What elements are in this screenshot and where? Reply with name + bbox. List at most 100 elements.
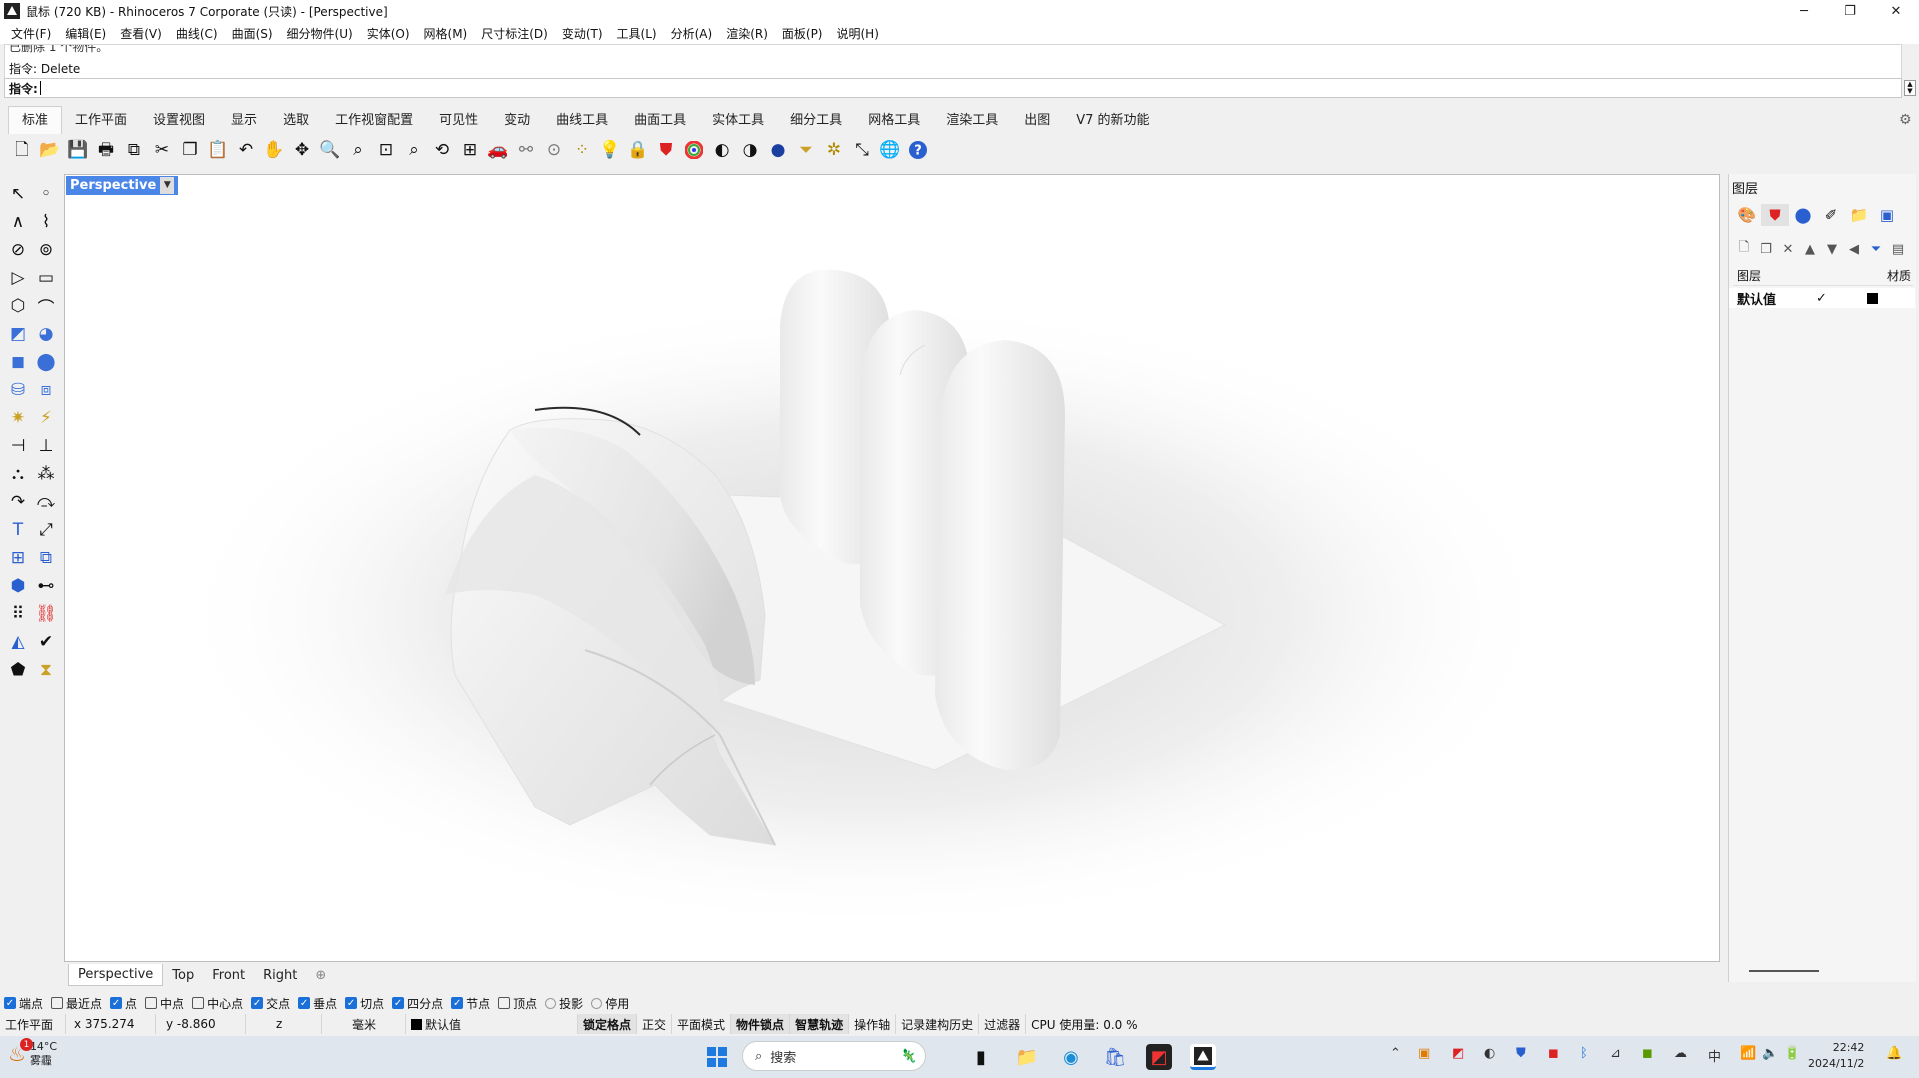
polygon-icon[interactable]: ▷ — [4, 265, 32, 291]
add-viewport-icon[interactable]: ⊕ — [306, 965, 335, 986]
group-icon[interactable]: ⛬ — [4, 461, 32, 487]
ungroup-icon[interactable]: ⁂ — [32, 461, 60, 487]
menu-view[interactable]: 查看(V) — [113, 25, 169, 42]
tray-app-icon[interactable]: ◩ — [1452, 1046, 1464, 1061]
fillet-curve-icon[interactable]: ⌒ — [32, 293, 60, 319]
layer-options-icon[interactable]: ▤ — [1887, 238, 1909, 260]
tray-app-icon[interactable]: ▣ — [1418, 1046, 1430, 1061]
tab-transform[interactable]: 变动 — [491, 106, 543, 134]
tab-surface-tools[interactable]: 曲面工具 — [621, 106, 699, 134]
extrude-curve-icon[interactable]: ◕ — [32, 321, 60, 347]
tray-app-icon[interactable]: ◼ — [1548, 1046, 1559, 1061]
rectangle-icon[interactable]: ▭ — [32, 265, 60, 291]
osnap-vertex[interactable]: 顶点 — [498, 995, 537, 1012]
move-icon[interactable]: ⤢ — [32, 517, 60, 543]
delete-layer-icon[interactable]: ✕ — [1777, 238, 1799, 260]
checkbox[interactable]: ✓ — [4, 997, 16, 1009]
zoom-icon[interactable]: 🔍 — [316, 137, 344, 163]
osnap-tangent[interactable]: ✓ 切点 — [345, 995, 384, 1012]
color-wheel-icon[interactable] — [680, 137, 708, 163]
box-icon[interactable]: ◼ — [4, 349, 32, 375]
osnap-quad[interactable]: ✓ 四分点 — [392, 995, 443, 1012]
gear-icon[interactable]: ⚙ — [1899, 112, 1915, 128]
shield-icon[interactable]: ⛊ — [652, 137, 680, 163]
fillet-edge-icon[interactable]: ↷ — [4, 489, 32, 515]
planar-toggle[interactable]: 平面模式 — [672, 1014, 732, 1034]
layer-color-swatch[interactable] — [1866, 292, 1878, 304]
history-toggle[interactable]: 记录建构历史 — [896, 1014, 980, 1034]
menu-solid[interactable]: 实体(O) — [360, 25, 417, 42]
close-button[interactable]: ✕ — [1873, 0, 1919, 22]
checkbox[interactable]: ✓ — [298, 997, 311, 1009]
menu-file[interactable]: 文件(F) — [4, 25, 58, 42]
render-shapes-icon[interactable]: ⬟ — [4, 657, 32, 683]
wire-icon[interactable]: ⚯ — [512, 137, 540, 163]
file-explorer-icon[interactable]: 📁 — [1014, 1044, 1040, 1070]
copy-icon[interactable]: ❐ — [176, 137, 204, 163]
cylinder-icon[interactable]: ⛁ — [4, 377, 32, 403]
cloud-off-icon[interactable]: ☁ — [1674, 1046, 1687, 1061]
status-units[interactable]: 毫米 — [322, 1014, 406, 1034]
render-ball-icon[interactable]: ◑ — [736, 137, 764, 163]
menu-subd[interactable]: 细分物件(U) — [280, 25, 360, 42]
print-icon[interactable]: 🖶 — [92, 137, 120, 163]
maximize-button[interactable]: ❐ — [1827, 0, 1873, 22]
viewport-label[interactable]: Perspective ▼ — [66, 176, 179, 195]
checkbox[interactable]: ✓ — [392, 997, 405, 1009]
help-icon[interactable]: ? — [904, 137, 932, 163]
zoom-window-icon[interactable]: ⌕ — [344, 137, 372, 163]
join-icon[interactable]: ⊥ — [32, 433, 60, 459]
chevron-down-icon[interactable]: ▼ — [160, 177, 175, 194]
viewport-tab-perspective[interactable]: Perspective — [68, 964, 164, 986]
menu-mesh[interactable]: 网格(M) — [417, 25, 475, 42]
command-scroll-spinner[interactable]: ▲ ▼ — [1904, 80, 1916, 96]
layer-filter-icon[interactable]: ⏷ — [1865, 238, 1887, 260]
system-clock[interactable]: 22:42 2024/11/2 — [1808, 1040, 1864, 1072]
menu-render[interactable]: 渲染(R) — [719, 25, 775, 42]
pan-hand-icon[interactable]: ✋ — [260, 137, 288, 163]
analyze-icon[interactable]: ◭ — [4, 629, 32, 655]
bluetooth-icon[interactable]: ᛒ — [1580, 1046, 1588, 1061]
points-icon[interactable]: ⁘ — [568, 137, 596, 163]
tab-standard[interactable]: 标准 — [8, 106, 63, 134]
named-views-icon[interactable]: ▣ — [1873, 204, 1901, 226]
checkbox[interactable]: ✓ — [110, 997, 123, 1009]
tab-render-tools[interactable]: 渲染工具 — [933, 106, 1011, 134]
tab-viewport-layout[interactable]: 工作视窗配置 — [322, 106, 426, 134]
import-icon[interactable]: ⧉ — [120, 137, 148, 163]
polyline-icon[interactable]: ∧ — [4, 209, 32, 235]
layer-tools-icon[interactable]: ⧗ — [32, 657, 60, 683]
current-layer-check-icon[interactable]: ✓ — [1816, 291, 1827, 306]
menu-edit[interactable]: 编辑(E) — [58, 25, 113, 42]
save-icon[interactable]: 💾 — [64, 137, 92, 163]
osnap-perp[interactable]: ✓ 垂点 — [298, 995, 337, 1012]
boolean-union-icon[interactable]: ⬤ — [32, 349, 60, 375]
radio[interactable] — [545, 997, 557, 1009]
globe-icon[interactable]: 🌐 — [876, 137, 904, 163]
open-icon[interactable]: 📂 — [36, 137, 64, 163]
layer-row[interactable]: 默认值 ✓ — [1729, 288, 1915, 308]
tray-app-icon[interactable]: ◐ — [1484, 1046, 1495, 1061]
nvidia-icon[interactable]: ◼ — [1642, 1046, 1653, 1061]
curve-cv-icon[interactable]: ⌇ — [32, 209, 60, 235]
osnap-mid[interactable]: 中点 — [145, 995, 184, 1012]
sphere-icon[interactable]: ● — [764, 137, 792, 163]
tab-visibility[interactable]: 可见性 — [426, 106, 491, 134]
tab-new-in-v7[interactable]: V7 的新功能 — [1063, 106, 1162, 134]
render-settings-icon[interactable]: ✐ — [1817, 204, 1845, 226]
zoom-extents-icon[interactable]: ⊡ — [372, 137, 400, 163]
move-up-icon[interactable]: ▲ — [1799, 238, 1821, 260]
notification-bell-icon[interactable]: 🔔 — [1886, 1046, 1902, 1061]
menu-tools[interactable]: 工具(L) — [610, 25, 664, 42]
new-layer-icon[interactable]: 🗋 — [1733, 238, 1755, 260]
volume-icon[interactable]: 🔈 — [1762, 1046, 1778, 1061]
task-view-icon[interactable]: ▮ — [968, 1044, 994, 1070]
panel-scrollbar[interactable] — [1749, 970, 1819, 972]
menu-dimension[interactable]: 尺寸标注(D) — [474, 25, 555, 42]
paste-icon[interactable]: 📋 — [204, 137, 232, 163]
light-icon[interactable]: 💡 — [596, 137, 624, 163]
osnap-center[interactable]: 中心点 — [192, 995, 243, 1012]
check-icon[interactable]: ✔ — [32, 629, 60, 655]
circle-icon[interactable]: ⊘ — [4, 237, 32, 263]
ortho-toggle[interactable]: 正交 — [637, 1014, 673, 1034]
